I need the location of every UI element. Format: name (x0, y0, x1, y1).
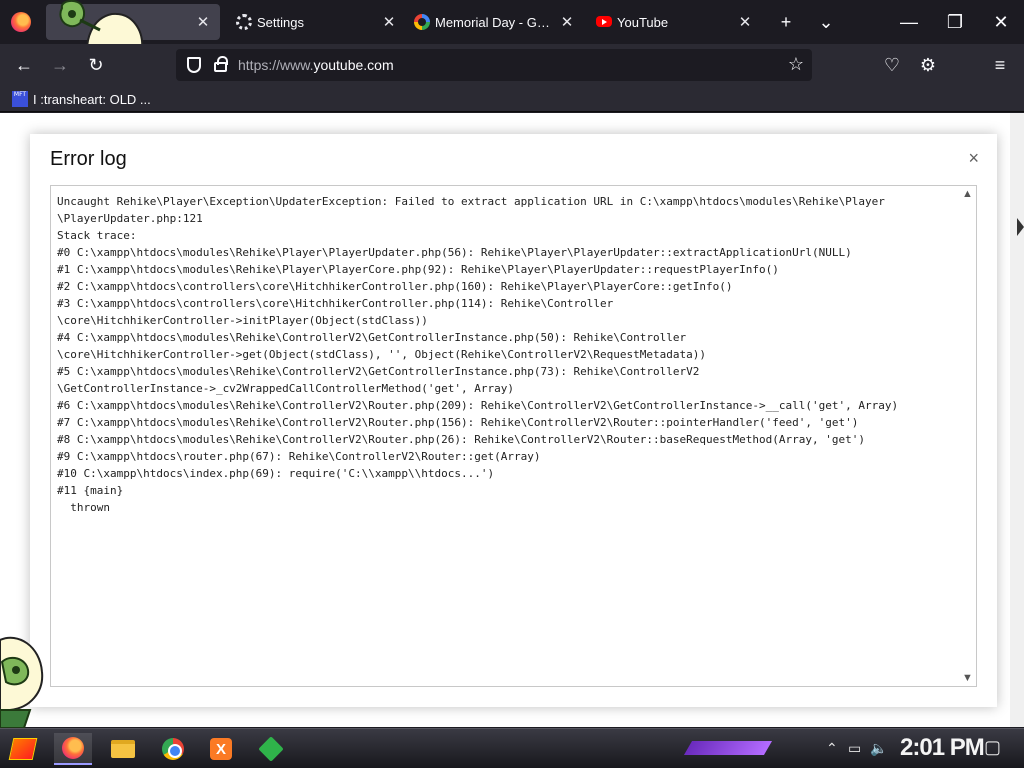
taskbar-decoration (683, 741, 773, 755)
new-tab-button[interactable]: + (772, 8, 800, 36)
tab-youtube[interactable]: YouTube ✕ (590, 4, 762, 40)
clock[interactable]: 2:01 PM (900, 734, 985, 762)
bookmarks-toolbar: MFT I :transheart: OLD ... (0, 86, 1024, 112)
tab-close-icon[interactable]: ✕ (558, 13, 576, 31)
taskbar: X ⌃ ▭ 🔈 2:01 PM ▢ (0, 728, 1024, 768)
reload-button[interactable]: ↻ (82, 51, 110, 79)
folder-icon (111, 740, 135, 758)
volume-icon[interactable]: 🔈 (870, 740, 887, 757)
bookmark-star-icon[interactable]: ☆ (788, 54, 804, 75)
bookmark-label: I :transheart: OLD ... (33, 91, 151, 107)
bookmark-item[interactable]: MFT I :transheart: OLD ... (12, 89, 151, 109)
youtube-icon (596, 16, 612, 27)
extensions-button[interactable]: ⚙ (914, 51, 942, 79)
error-log-text: Uncaught Rehike\Player\Exception\Updater… (57, 195, 899, 514)
chrome-icon (162, 738, 184, 760)
tab-strip: ✕ Settings ✕ Memorial Day - Google Searc… (0, 0, 1024, 62)
url-domain: youtube.com (313, 57, 394, 73)
lock-icon[interactable] (214, 56, 228, 72)
tray-chevron-icon[interactable]: ⌃ (826, 740, 838, 757)
navigation-toolbar: ← → ↻ https://www.youtube.com ☆ ♡ ⚙ ≡ (0, 44, 1024, 86)
tab-label: Settings (257, 15, 304, 30)
scroll-up-icon[interactable]: ▲ (962, 188, 973, 200)
close-window-button[interactable]: ✕ (978, 0, 1024, 44)
minimize-button[interactable]: — (886, 0, 932, 44)
restore-button[interactable]: ❐ (932, 0, 978, 44)
pocket-button[interactable]: ♡ (878, 51, 906, 79)
taskbar-chrome[interactable] (154, 733, 192, 765)
scroll-down-icon[interactable]: ▼ (962, 672, 973, 684)
cursor-arrow-icon (1017, 218, 1024, 236)
list-all-tabs-button[interactable]: ⌄ (812, 8, 840, 36)
app-menu-button[interactable]: ≡ (986, 51, 1014, 79)
character-sticker-icon (0, 636, 44, 728)
tab-close-icon[interactable]: ✕ (194, 13, 212, 31)
tab-close-icon[interactable]: ✕ (736, 13, 754, 31)
taskbar-app[interactable] (252, 733, 290, 765)
forward-button[interactable]: → (46, 51, 74, 79)
url-bar[interactable]: https://www.youtube.com ☆ (176, 49, 812, 81)
taskbar-xampp[interactable]: X (202, 733, 240, 765)
dialog-title: Error log (50, 148, 127, 170)
tab-label: Memorial Day - Google Search (435, 15, 554, 30)
page-scrollbar[interactable] (1010, 113, 1024, 727)
log-scrollbar[interactable]: ▲ ▼ (959, 186, 976, 686)
tracking-protection-icon[interactable] (187, 57, 201, 73)
url-text[interactable]: https://www.youtube.com (238, 57, 394, 73)
page-content: Error log × Uncaught Rehike\Player\Excep… (0, 113, 1024, 727)
tab-google-search[interactable]: Memorial Day - Google Search ✕ (408, 4, 584, 40)
google-icon (414, 14, 430, 30)
bookmark-favicon: MFT (12, 91, 28, 107)
error-log-textarea[interactable]: Uncaught Rehike\Player\Exception\Updater… (50, 185, 977, 687)
url-prefix: https://www. (238, 57, 314, 73)
tab-label: YouTube (617, 15, 669, 30)
error-log-dialog: Error log × Uncaught Rehike\Player\Excep… (30, 134, 997, 707)
firefox-logo-icon[interactable] (11, 12, 31, 32)
taskbar-firefox[interactable] (54, 733, 92, 765)
gear-icon (236, 14, 252, 30)
close-icon[interactable]: × (968, 148, 979, 169)
firefox-icon (62, 737, 84, 759)
start-icon (8, 738, 38, 760)
notifications-icon[interactable]: ▢ (984, 737, 1001, 758)
tab-settings[interactable]: Settings ✕ (230, 4, 406, 40)
xampp-icon: X (210, 738, 232, 760)
tab-close-icon[interactable]: ✕ (380, 13, 398, 31)
taskbar-file-explorer[interactable] (104, 733, 142, 765)
green-app-icon (258, 736, 284, 762)
start-button[interactable] (4, 733, 42, 765)
network-icon[interactable]: ▭ (848, 740, 861, 757)
back-button[interactable]: ← (10, 51, 38, 79)
